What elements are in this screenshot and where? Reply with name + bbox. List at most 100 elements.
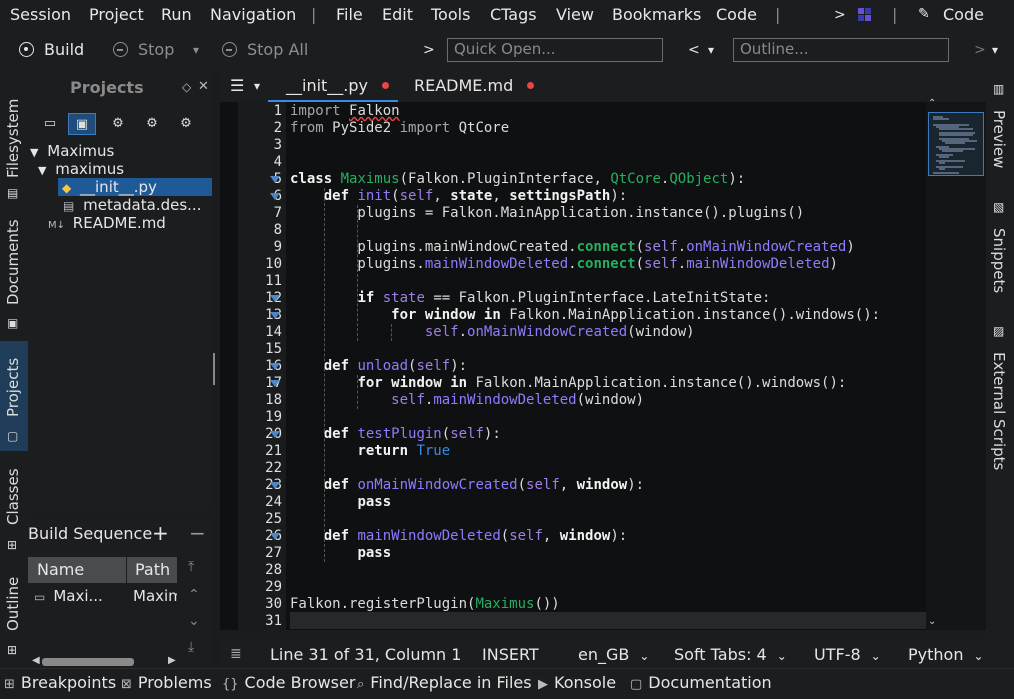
code-line[interactable]: self.onMainWindowCreated(window) [290,324,695,341]
code-line[interactable]: def init(self, state, settingsPath): [290,188,628,205]
stop-dropdown-chevron-icon[interactable]: ▾ [193,43,199,57]
code-line[interactable]: def unload(self): [290,358,467,375]
tab-preview[interactable]: Preview [990,110,1008,168]
horizontal-scrollbar[interactable] [42,658,134,666]
menu-file[interactable]: File [336,5,363,24]
tab-snippets[interactable]: Snippets [990,228,1008,293]
fold-marker-icon[interactable] [270,482,280,489]
scroll-down-icon[interactable]: ⌄ [928,616,936,627]
code-line[interactable]: plugins.mainWindowDeleted.connect(self.m… [290,256,838,273]
tree-item-init-py[interactable]: ◆ __init__.py [58,178,212,196]
code-line[interactable]: def testPlugin(self): [290,426,501,443]
editing-mode-code[interactable]: Code [943,5,984,24]
menu-view[interactable]: View [556,5,594,24]
code-line[interactable]: if state == Falkon.PluginInterface.LateI… [290,290,770,307]
tab-readme[interactable]: README.md [414,76,535,95]
add-icon[interactable]: + [152,521,169,545]
code-line[interactable]: def onMainWindowCreated(self, window): [290,477,644,494]
fold-marker-icon[interactable] [270,312,280,319]
tab-list-icon[interactable]: ☰ [230,76,244,95]
menu-code[interactable]: Code [716,5,757,24]
tree-item-maximus-folder[interactable]: ▼ maximus [28,160,212,178]
move-bottom-icon[interactable]: ⤓ [188,639,194,655]
code-line[interactable]: pass [290,545,391,562]
code-line[interactable]: plugins = Falkon.MainApplication.instanc… [290,205,804,222]
fold-marker-icon[interactable] [270,295,280,302]
tool-find-replace[interactable]: ⌕ Find/Replace in Files [357,673,532,692]
app-grid-icon[interactable] [858,8,872,22]
tool-problems[interactable]: ⊠ Problems [121,673,212,692]
quick-open-input[interactable]: Quick Open... [447,38,663,62]
scroll-left-icon[interactable]: ◀ [32,655,40,666]
refresh-settings-icon[interactable]: ⚙ [172,113,200,135]
tool-code-browser[interactable]: {} Code Browser [222,673,355,692]
fold-marker-icon[interactable] [270,533,280,540]
code-line[interactable]: class Maximus(Falkon.PluginInterface, Qt… [290,171,745,188]
tree-item-readme[interactable]: M↓ README.md [48,214,212,232]
tab-list-chevron-icon[interactable]: ▾ [254,79,260,93]
open-folder-icon[interactable]: ▭ [36,113,64,135]
float-panel-icon[interactable]: ◇ [182,80,191,94]
tab-external-scripts[interactable]: External Scripts [990,352,1008,470]
code-editor[interactable]: import Falkon from PySide2 import QtCore c… [220,102,926,630]
code-line[interactable]: def mainWindowDeleted(self, window): [290,528,627,545]
menu-bookmarks[interactable]: Bookmarks [612,5,701,24]
tool-breakpoints[interactable]: ⊞ Breakpoints [4,673,116,692]
code-line[interactable]: for window in Falkon.MainApplication.ins… [290,375,846,392]
word-wrap-icon[interactable]: ≣ [230,646,242,662]
nav-back-chevron-icon[interactable]: < [688,42,700,58]
outline-dropdown-chevron-icon[interactable]: ▾ [992,43,998,57]
menu-session[interactable]: Session [10,5,71,24]
tree-item-maximus-project[interactable]: ▼ Maximus [28,142,212,160]
stop-button[interactable]: Stop [113,40,174,59]
column-header-name[interactable]: Name [28,557,126,583]
tab-classes[interactable]: Classes ⊞ [0,460,28,555]
menu-run[interactable]: Run [161,5,192,24]
panel-splitter-handle[interactable] [213,353,215,385]
code-line[interactable]: import Falkon [290,103,400,120]
code-line[interactable]: for window in Falkon.MainApplication.ins… [290,307,880,324]
current-project-icon[interactable]: ▣ [68,113,96,135]
close-panel-icon[interactable]: ✕ [198,79,209,94]
encoding-selector[interactable]: UTF-8 ⌄ [814,645,881,664]
remove-icon[interactable]: − [189,521,206,545]
settings-icon[interactable]: ⚙ [104,113,132,135]
tree-item-metadata[interactable]: ▤ metadata.des... [58,196,212,214]
move-up-icon[interactable]: ⌃ [188,587,200,603]
menu-project[interactable]: Project [89,5,144,24]
toolbar-forward-chevron-icon[interactable]: > [423,42,435,58]
move-down-icon[interactable]: ⌄ [188,613,200,629]
dictionary-selector[interactable]: en_GB ⌄ [578,645,649,664]
fold-marker-icon[interactable] [270,431,280,438]
menu-tools[interactable]: Tools [431,5,470,24]
more-menus-chevron-icon[interactable]: > [834,7,846,23]
stop-all-button[interactable]: Stop All [222,40,308,59]
code-line[interactable]: from PySide2 import QtCore [290,120,509,137]
scroll-right-icon[interactable]: ▶ [168,655,176,666]
build-button[interactable]: Build [19,40,84,59]
move-top-icon[interactable]: ⤒ [188,559,194,575]
tool-documentation[interactable]: ▢ Documentation [630,673,772,692]
input-mode[interactable]: INSERT [482,645,539,664]
menu-edit[interactable]: Edit [382,5,413,24]
nav-forward-chevron-icon[interactable]: > [974,42,986,58]
tab-filesystem[interactable]: Filesystem ▤ [0,80,28,200]
code-line[interactable]: pass [290,494,391,511]
column-header-path[interactable]: Path [127,557,177,583]
cursor-position[interactable]: Line 31 of 31, Column 1 [270,645,461,664]
tool-konsole[interactable]: ▶ Konsole [538,673,616,692]
tab-outline[interactable]: Outline ⊞ [0,565,28,665]
code-line[interactable]: return True [290,443,450,460]
tab-projects[interactable]: Projects ▢ [0,341,28,451]
minimap-viewport[interactable] [928,112,984,176]
nav-dropdown-chevron-icon[interactable]: ▾ [708,43,714,57]
git-settings-icon[interactable]: ⚙ [138,113,166,135]
scroll-up-icon[interactable]: ⌃ [928,98,936,109]
fold-marker-icon[interactable] [270,380,280,387]
code-line[interactable]: Falkon.registerPlugin(Maximus()) [290,596,560,613]
language-selector[interactable]: Python ⌄ [908,645,984,664]
fold-marker-icon[interactable] [270,363,280,370]
outline-input[interactable]: Outline... [733,38,949,62]
menu-navigation[interactable]: Navigation [210,5,296,24]
build-row-name[interactable]: ▭ Maxi... [34,587,126,605]
